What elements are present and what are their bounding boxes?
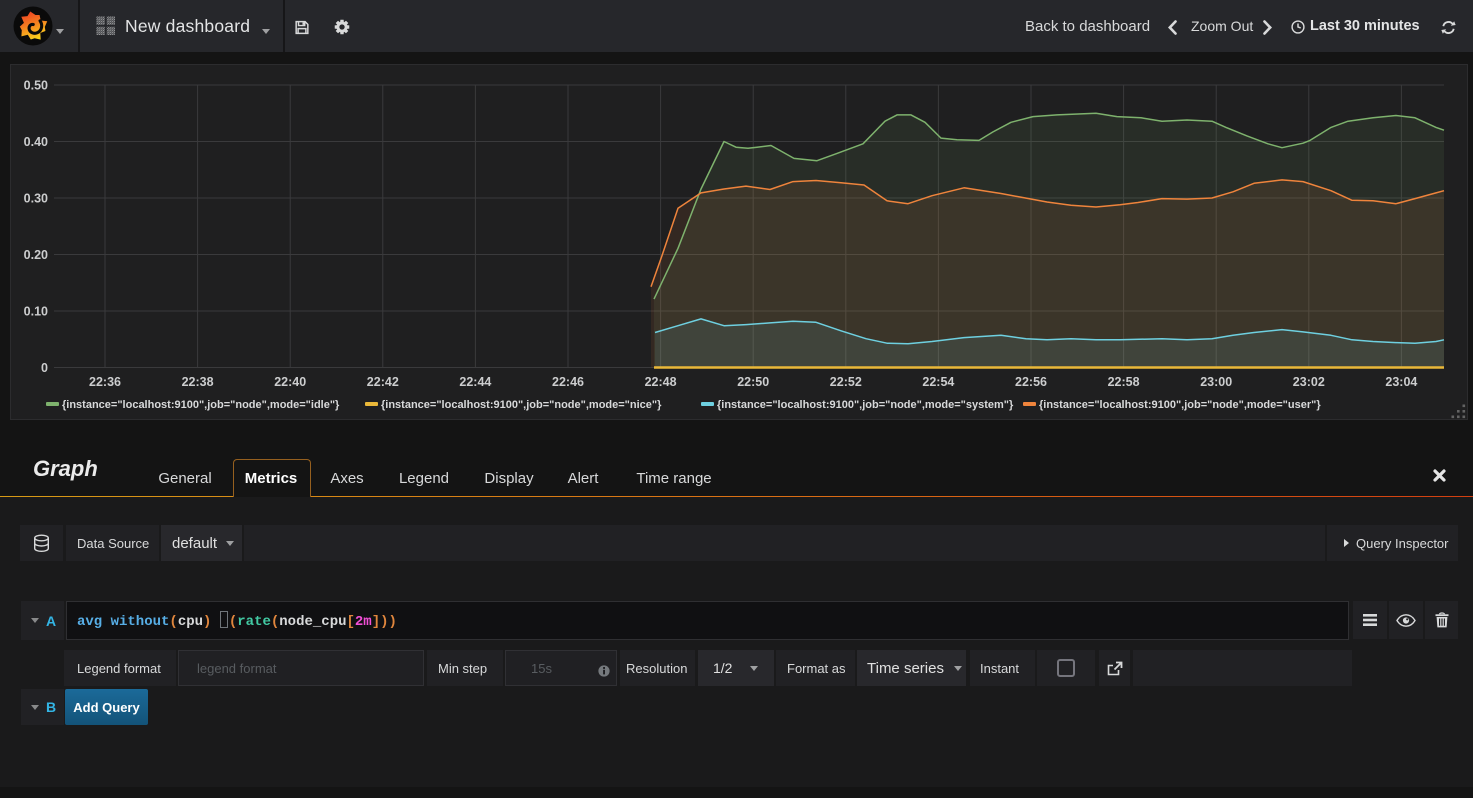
svg-text:22:40: 22:40 — [274, 375, 306, 389]
svg-text:22:48: 22:48 — [645, 375, 677, 389]
svg-text:22:50: 22:50 — [737, 375, 769, 389]
svg-text:22:52: 22:52 — [830, 375, 862, 389]
svg-text:22:42: 22:42 — [367, 375, 399, 389]
svg-text:0.20: 0.20 — [24, 248, 48, 262]
svg-text:22:44: 22:44 — [459, 375, 491, 389]
svg-text:0.50: 0.50 — [24, 79, 48, 93]
svg-text:22:36: 22:36 — [89, 375, 121, 389]
svg-text:23:04: 23:04 — [1385, 375, 1417, 389]
svg-text:{instance="localhost:9100",job: {instance="localhost:9100",job="node",mo… — [62, 399, 340, 411]
svg-text:22:54: 22:54 — [922, 375, 954, 389]
svg-text:23:02: 23:02 — [1293, 375, 1325, 389]
svg-text:22:56: 22:56 — [1015, 375, 1047, 389]
svg-text:{instance="localhost:9100",job: {instance="localhost:9100",job="node",mo… — [381, 399, 662, 411]
svg-text:22:46: 22:46 — [552, 375, 584, 389]
svg-text:0.30: 0.30 — [24, 192, 48, 206]
svg-text:22:58: 22:58 — [1108, 375, 1140, 389]
svg-text:{instance="localhost:9100",job: {instance="localhost:9100",job="node",mo… — [717, 399, 1014, 411]
svg-text:0.10: 0.10 — [24, 305, 48, 319]
svg-text:23:00: 23:00 — [1200, 375, 1232, 389]
svg-text:0.40: 0.40 — [24, 135, 48, 149]
svg-text:22:38: 22:38 — [182, 375, 214, 389]
svg-text:0: 0 — [41, 361, 48, 375]
svg-text:{instance="localhost:9100",job: {instance="localhost:9100",job="node",mo… — [1039, 399, 1321, 411]
